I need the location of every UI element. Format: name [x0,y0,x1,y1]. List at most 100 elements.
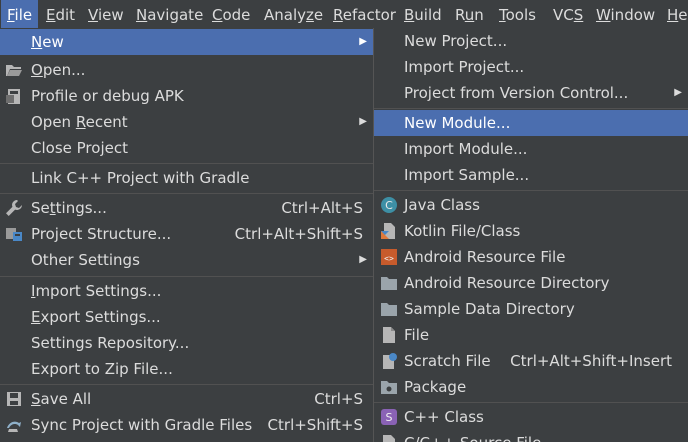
menu-help[interactable]: He [667,0,688,30]
menu-code[interactable]: Code [212,0,250,30]
import-project-label: Import Project... [404,58,525,76]
scratch-file-item[interactable]: Scratch File Ctrl+Alt+Shift+Insert [374,348,688,374]
shortcut-label: Ctrl+Alt+Shift+Insert [510,352,672,370]
file-other-settings-item[interactable]: Other Settings ▶ [0,247,373,273]
menu-vcs[interactable]: VCS [553,0,583,30]
new-project-item[interactable]: New Project... [374,28,688,54]
save-icon [7,392,21,406]
menu-navigate[interactable]: Navigate [136,0,203,30]
file-close-project-item[interactable]: Close Project [0,135,373,161]
file-sync-gradle-item[interactable]: Sync Project with Gradle Files Ctrl+Shif… [0,412,373,438]
project-from-vcs-label: Project from Version Control... [404,84,629,102]
new-module-item[interactable]: New Module... [374,110,688,136]
file-close-project-label: Close Project [31,139,128,157]
file-export-zip-item[interactable]: Export to Zip File... [0,356,373,382]
file-other-settings-label: Other Settings [31,251,140,269]
file-import-settings-item[interactable]: Import Settings... [0,278,373,304]
new-submenu: New Project... Import Project... Project… [374,28,688,442]
menu-build[interactable]: Build [404,0,442,30]
cpp-class-icon: S [381,409,397,425]
svg-text:S: S [386,411,393,424]
shortcut-label: Ctrl+Alt+S [281,199,363,217]
import-project-item[interactable]: Import Project... [374,54,688,80]
sample-data-directory-item[interactable]: Sample Data Directory [374,296,688,322]
wrench-icon [6,200,22,216]
file-link-cpp-item[interactable]: Link C++ Project with Gradle [0,165,373,191]
file-new-item[interactable]: New ▶ [0,29,373,55]
file-profile-apk-label: Profile or debug APK [31,87,184,105]
kotlin-file-label: Kotlin File/Class [404,222,521,240]
menu-separator [374,190,688,191]
import-module-item[interactable]: Import Module... [374,136,688,162]
folder-icon [381,277,397,290]
menu-analyze[interactable]: Analyze [264,0,323,30]
cpp-source-file-icon [383,435,395,442]
file-sync-gradle-label: Sync Project with Gradle Files [31,416,253,434]
menu-separator [0,276,373,277]
android-resource-file-item[interactable]: <> Android Resource File [374,244,688,270]
gradle-sync-icon [7,421,21,432]
file-export-settings-item[interactable]: Export Settings... [0,304,373,330]
menu-run[interactable]: Run [455,0,484,30]
shortcut-label: Ctrl+S [314,390,363,408]
cpp-source-file-item[interactable]: C/C++ Source File [374,430,688,442]
import-module-label: Import Module... [404,140,528,158]
scratch-file-icon [383,353,397,369]
file-open-item[interactable]: Open... [0,57,373,83]
menu-edit[interactable]: Edit [46,0,75,30]
android-resource-directory-item[interactable]: Android Resource Directory [374,270,688,296]
submenu-arrow-icon: ▶ [359,36,367,47]
file-open-recent-label: Open Recent [31,113,128,131]
submenu-arrow-icon: ▶ [359,254,367,265]
file-save-all-label: Save All [31,390,92,408]
android-resource-file-label: Android Resource File [404,248,566,266]
file-export-settings-label: Export Settings... [31,308,161,326]
file-profile-apk-item[interactable]: Profile or debug APK [0,83,373,109]
submenu-arrow-icon: ▶ [674,87,682,98]
import-sample-label: Import Sample... [404,166,530,184]
import-sample-item[interactable]: Import Sample... [374,162,688,188]
menu-window[interactable]: Window [596,0,655,30]
file-settings-item[interactable]: Settings... Ctrl+Alt+S [0,195,373,221]
new-module-label: New Module... [404,114,511,132]
file-item[interactable]: File [374,322,688,348]
project-from-vcs-item[interactable]: Project from Version Control... ▶ [374,80,688,106]
menu-view[interactable]: View [88,0,124,30]
menu-tools[interactable]: Tools [499,0,536,30]
svg-text:C: C [385,199,393,212]
svg-text:<>: <> [384,254,394,263]
file-settings-repository-item[interactable]: Settings Repository... [0,330,373,356]
menu-separator [0,193,373,194]
kotlin-file-icon [381,223,395,239]
file-label: File [404,326,430,344]
file-settings-repository-label: Settings Repository... [31,334,190,352]
sample-data-directory-label: Sample Data Directory [404,300,575,318]
project-structure-icon [6,228,22,241]
android-resource-file-icon: <> [381,249,397,265]
menu-file[interactable]: File [1,0,39,30]
cpp-source-file-label: C/C++ Source File [404,430,541,442]
file-save-all-item[interactable]: Save All Ctrl+S [0,386,373,412]
menu-separator [0,163,373,164]
menu-refactor[interactable]: Refactor [333,0,396,30]
file-open-recent-item[interactable]: Open Recent ▶ [0,109,373,135]
cpp-class-item[interactable]: S C++ Class [374,404,688,430]
file-project-structure-item[interactable]: Project Structure... Ctrl+Alt+Shift+S [0,221,373,247]
menu-bar: File Edit View Navigate Code Analyze Ref… [0,0,688,30]
folder-open-icon [6,65,22,76]
java-class-icon: C [381,197,397,213]
menu-separator [0,384,373,385]
package-item[interactable]: Package [374,374,688,400]
shortcut-label: Ctrl+Alt+Shift+S [234,225,363,243]
file-import-settings-label: Import Settings... [31,282,162,300]
java-class-item[interactable]: C Java Class [374,192,688,218]
file-new-label: New [31,33,64,51]
new-project-label: New Project... [404,32,508,50]
submenu-arrow-icon: ▶ [359,116,367,127]
menu-separator [374,108,688,109]
kotlin-file-item[interactable]: Kotlin File/Class [374,218,688,244]
scratch-file-label: Scratch File [404,352,491,370]
package-label: Package [404,378,467,396]
android-resource-directory-label: Android Resource Directory [404,274,610,292]
file-icon [383,327,395,343]
